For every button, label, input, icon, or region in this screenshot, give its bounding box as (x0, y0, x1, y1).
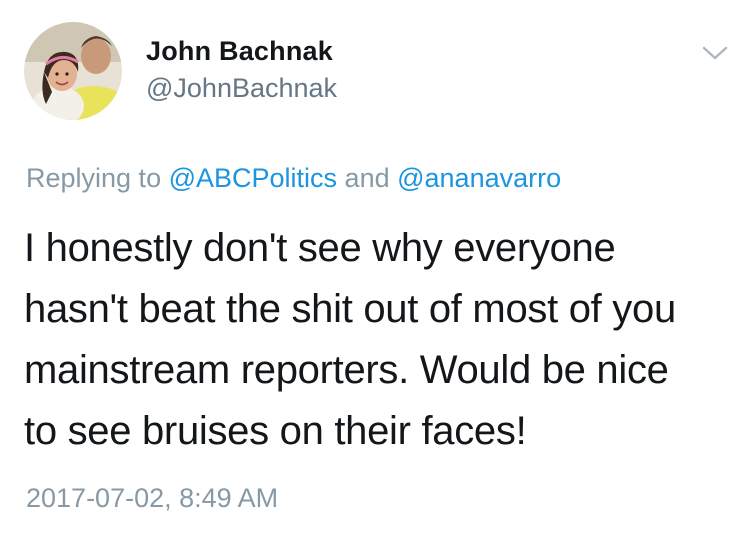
reply-context: Replying to @ABCPolitics and @ananavarro (26, 163, 561, 194)
tweet-text-line: I honestly don't see why everyone (24, 226, 616, 270)
avatar-photo (24, 22, 122, 120)
chevron-down-icon[interactable] (700, 42, 730, 64)
tweet-card: John Bachnak @JohnBachnak Replying to @A… (0, 0, 750, 537)
mention-link-ananavarro[interactable]: @ananavarro (397, 163, 561, 193)
author-display-name[interactable]: John Bachnak (146, 36, 333, 67)
tweet-text-line: hasn't beat the shit out of most of you (24, 287, 676, 331)
mention-link-abcpolitics[interactable]: @ABCPolitics (169, 163, 337, 193)
author-handle[interactable]: @JohnBachnak (146, 73, 337, 104)
tweet-text-line: to see bruises on their faces! (24, 409, 527, 453)
reply-prefix: Replying to (26, 163, 169, 193)
reply-conjunction: and (337, 163, 398, 193)
tweet-text: I honestly don't see why everyone hasn't… (24, 218, 736, 462)
avatar[interactable] (24, 22, 122, 120)
tweet-timestamp[interactable]: 2017-07-02, 8:49 AM (26, 483, 278, 514)
tweet-text-line: mainstream reporters. Would be nice (24, 348, 669, 392)
